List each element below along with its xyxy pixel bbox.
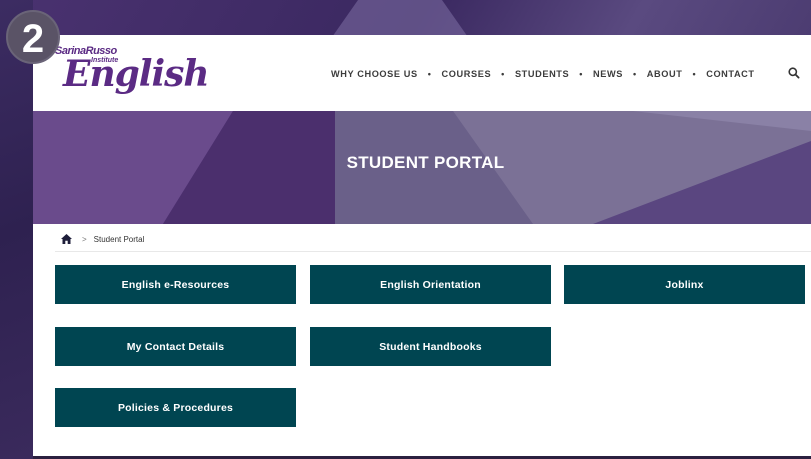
browser-page: SarinaRusso Institute English WHY CHOOSE… <box>33 35 811 459</box>
nav-separator: • <box>579 69 584 79</box>
page-title: STUDENT PORTAL <box>346 153 505 172</box>
nav-item-contact[interactable]: CONTACT <box>706 69 754 79</box>
nav-item-courses[interactable]: COURSES <box>442 69 492 79</box>
left-backdrop-strip <box>0 0 33 459</box>
policies-procedures-button[interactable]: Policies & Procedures <box>55 388 296 427</box>
nav-separator: • <box>427 69 432 79</box>
breadcrumb-separator: > <box>82 234 87 244</box>
nav-item-why-choose-us[interactable]: WHY CHOOSE US <box>331 69 418 79</box>
nav-item-news[interactable]: NEWS <box>593 69 623 79</box>
nav-separator: • <box>633 69 637 79</box>
site-header: SarinaRusso Institute English WHY CHOOSE… <box>33 35 811 111</box>
backdrop-triangle <box>330 0 470 40</box>
home-icon[interactable] <box>61 234 72 244</box>
search-icon[interactable] <box>787 66 801 80</box>
student-handbooks-button[interactable]: Student Handbooks <box>310 327 551 366</box>
breadcrumb-divider <box>55 251 811 252</box>
nav-item-about[interactable]: ABOUT <box>647 69 683 79</box>
nav-separator: • <box>692 69 697 79</box>
joblinx-button[interactable]: Joblinx <box>564 265 805 304</box>
english-e-resources-button[interactable]: English e-Resources <box>55 265 296 304</box>
logo-wordmark: English <box>63 53 210 95</box>
hero-banner: STUDENT PORTAL <box>33 111 811 224</box>
my-contact-details-button[interactable]: My Contact Details <box>55 327 296 366</box>
nav-item-students[interactable]: STUDENTS <box>515 69 569 79</box>
main-nav: WHY CHOOSE US • COURSES • STUDENTS • NEW… <box>331 67 755 81</box>
step-number-badge: 2 <box>6 10 60 64</box>
breadcrumb-current: Student Portal <box>93 234 145 244</box>
breadcrumb: > Student Portal <box>61 233 144 245</box>
english-orientation-button[interactable]: English Orientation <box>310 265 551 304</box>
nav-separator: • <box>501 69 505 79</box>
